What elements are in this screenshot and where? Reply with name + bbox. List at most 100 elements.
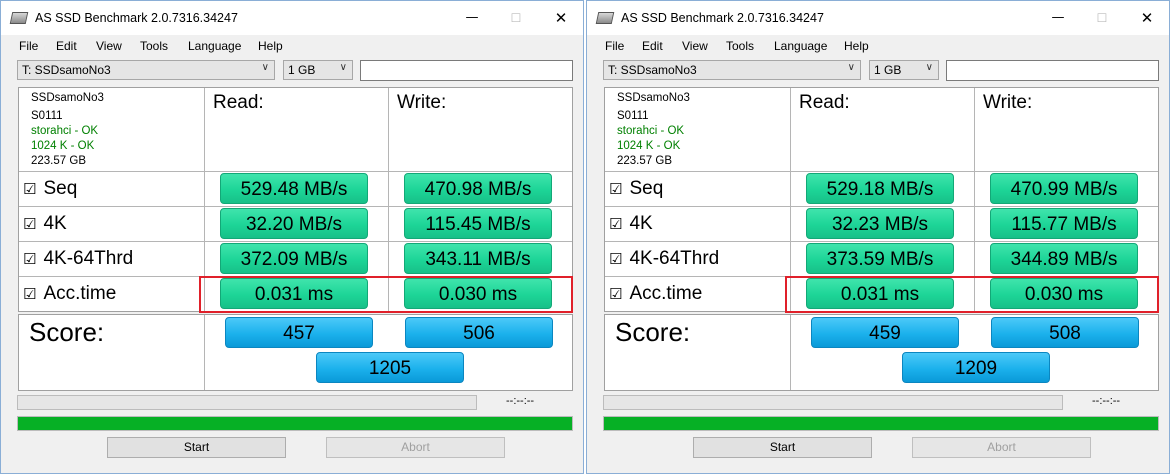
menu-item[interactable]: Tools (140, 39, 168, 53)
test-name: 4K-64Thrd (43, 248, 134, 269)
test-row-label[interactable]: ☑ 4K (23, 213, 67, 235)
menu-item[interactable]: Edit (56, 39, 77, 53)
test-row-label[interactable]: ☑ Acc.time (609, 283, 702, 305)
drive-info-firmware: S0111 (617, 110, 649, 122)
checkbox-checked-icon[interactable]: ☑ (609, 285, 622, 303)
checkbox-checked-icon[interactable]: ☑ (23, 250, 36, 268)
title-bar[interactable]: AS SSD Benchmark 2.0.7316.34247 — ☐ ✕ (1, 1, 583, 35)
text-field[interactable] (946, 60, 1159, 81)
test-row-label[interactable]: ☑ Acc.time (23, 283, 116, 305)
write-result: 115.77 MB/s (990, 208, 1138, 239)
column-divider (204, 315, 205, 390)
write-result: 115.45 MB/s (404, 208, 552, 239)
test-name: Seq (629, 178, 664, 199)
acc-time-highlight-box (199, 276, 573, 313)
checkbox-checked-icon[interactable]: ☑ (609, 180, 622, 198)
menu-item[interactable]: Language (774, 39, 827, 53)
test-name: 4K (629, 213, 653, 234)
checkbox-checked-icon[interactable]: ☑ (609, 215, 622, 233)
write-result: 343.11 MB/s (404, 243, 552, 274)
write-result: 470.98 MB/s (404, 173, 552, 204)
start-button[interactable]: Start (693, 437, 872, 458)
score-label: Score: (29, 317, 105, 347)
app-icon (595, 12, 615, 24)
chevron-down-icon: ∨ (847, 62, 855, 73)
checkbox-checked-icon[interactable]: ☑ (23, 215, 36, 233)
menu-item[interactable]: Tools (726, 39, 754, 53)
abort-button[interactable]: Abort (326, 437, 505, 458)
close-icon[interactable]: ✕ (1132, 7, 1162, 29)
menu-item[interactable]: Help (258, 39, 283, 53)
benchmark-window-1: AS SSD Benchmark 2.0.7316.34247 — ☐ ✕ File Ed… (0, 0, 584, 474)
close-icon[interactable]: ✕ (546, 7, 576, 29)
menu-item[interactable]: Edit (642, 39, 663, 53)
test-progress-bar (17, 395, 477, 410)
test-progress-bar (603, 395, 1063, 410)
total-score: 1205 (316, 352, 464, 383)
read-score: 457 (225, 317, 373, 348)
write-score: 508 (991, 317, 1139, 348)
chevron-down-icon: ∨ (339, 62, 347, 73)
row-divider (605, 241, 1158, 242)
drive-info-driver: storahci - OK (617, 125, 685, 137)
start-button[interactable]: Start (107, 437, 286, 458)
window-title: AS SSD Benchmark 2.0.7316.34247 (35, 11, 238, 25)
drive-info-alignment: 1024 K - OK (31, 140, 95, 152)
row-divider (19, 206, 572, 207)
size-select-value: 1 GB (288, 63, 316, 77)
write-result: 344.89 MB/s (990, 243, 1138, 274)
test-name: Acc.time (43, 283, 117, 304)
write-header: Write: (397, 92, 447, 113)
test-row-label[interactable]: ☑ 4K (609, 213, 653, 235)
row-divider (19, 241, 572, 242)
drive-info-driver: storahci - OK (31, 125, 99, 137)
read-result: 529.48 MB/s (220, 173, 368, 204)
elapsed-time: --:--:-- (506, 395, 535, 407)
checkbox-checked-icon[interactable]: ☑ (609, 250, 622, 268)
menu-item[interactable]: File (605, 39, 624, 53)
menu-item[interactable]: View (96, 39, 122, 53)
menu-item[interactable]: Help (844, 39, 869, 53)
size-select[interactable]: 1 GB ∨ (283, 60, 353, 80)
drive-info-name: SSDsamoNo3 (31, 92, 104, 104)
chevron-down-icon: ∨ (925, 62, 933, 73)
minimize-icon[interactable]: — (457, 7, 487, 29)
checkbox-checked-icon[interactable]: ☑ (23, 180, 36, 198)
drive-info-capacity: 223.57 GB (31, 155, 86, 167)
checkbox-checked-icon[interactable]: ☑ (23, 285, 36, 303)
menu-item[interactable]: View (682, 39, 708, 53)
read-header: Read: (213, 92, 264, 113)
maximize-icon[interactable]: ☐ (501, 7, 531, 29)
title-bar[interactable]: AS SSD Benchmark 2.0.7316.34247 — ☐ ✕ (587, 1, 1169, 35)
drive-info-name: SSDsamoNo3 (617, 92, 690, 104)
drive-select-value: T: SSDsamoNo3 (22, 63, 111, 77)
drive-info-capacity: 223.57 GB (617, 155, 672, 167)
score-panel: Score: 459 508 1209 (604, 314, 1159, 391)
menu-bar: File Edit View Tools Language Help (1, 37, 583, 57)
read-result: 529.18 MB/s (806, 173, 954, 204)
test-name: 4K-64Thrd (629, 248, 720, 269)
read-result: 32.23 MB/s (806, 208, 954, 239)
window-title: AS SSD Benchmark 2.0.7316.34247 (621, 11, 824, 25)
drive-select[interactable]: T: SSDsamoNo3 ∨ (17, 60, 275, 80)
chevron-down-icon: ∨ (261, 62, 269, 73)
drive-select[interactable]: T: SSDsamoNo3 ∨ (603, 60, 861, 80)
read-header: Read: (799, 92, 850, 113)
test-row-label[interactable]: ☑ 4K-64Thrd (23, 248, 133, 270)
menu-bar: File Edit View Tools Language Help (587, 37, 1169, 57)
size-select[interactable]: 1 GB ∨ (869, 60, 939, 80)
drive-info-alignment: 1024 K - OK (617, 140, 681, 152)
maximize-icon[interactable]: ☐ (1087, 7, 1117, 29)
column-divider (790, 315, 791, 390)
total-progress-bar (17, 416, 573, 431)
minimize-icon[interactable]: — (1043, 7, 1073, 29)
text-field[interactable] (360, 60, 573, 81)
test-row-label[interactable]: ☑ Seq (23, 178, 77, 200)
drive-select-value: T: SSDsamoNo3 (608, 63, 697, 77)
test-row-label[interactable]: ☑ 4K-64Thrd (609, 248, 719, 270)
test-row-label[interactable]: ☑ Seq (609, 178, 663, 200)
acc-time-highlight-box (785, 276, 1159, 313)
abort-button[interactable]: Abort (912, 437, 1091, 458)
menu-item[interactable]: Language (188, 39, 241, 53)
menu-item[interactable]: File (19, 39, 38, 53)
